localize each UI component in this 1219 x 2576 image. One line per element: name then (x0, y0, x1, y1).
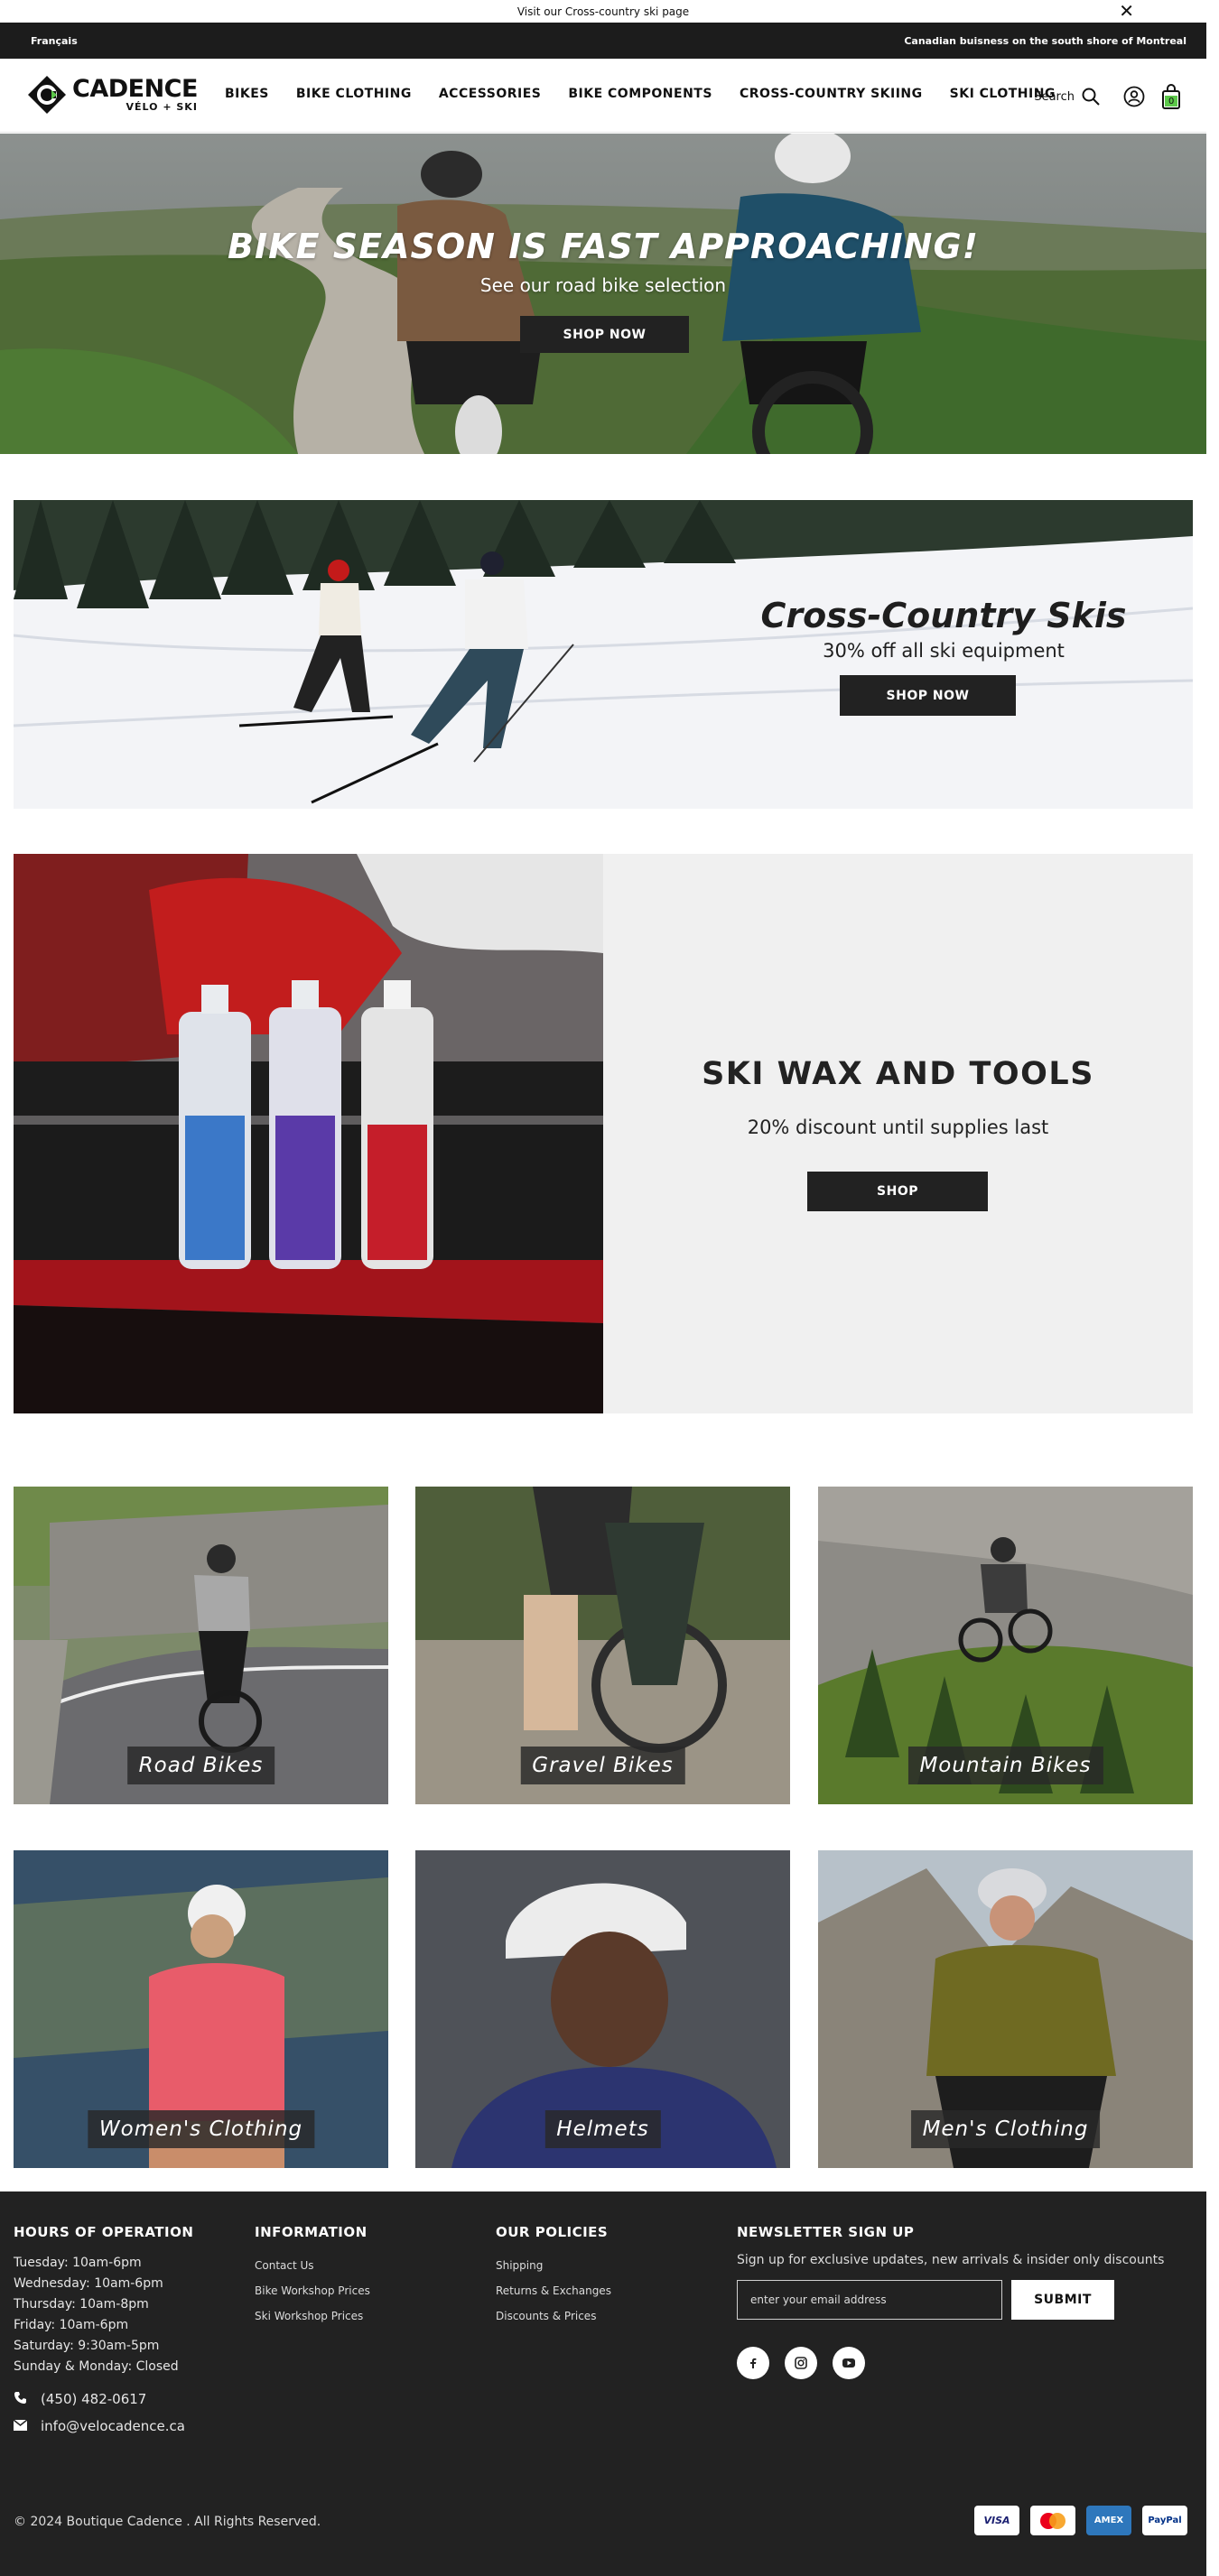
hero-subtitle: See our road bike selection (479, 274, 727, 296)
wax-products-image (14, 854, 603, 1413)
nav-item-bike-clothing[interactable]: BIKE CLOTHING (296, 87, 412, 101)
logo-mark-icon (27, 75, 67, 115)
wax-title: SKI WAX AND TOOLS (702, 1056, 1094, 1092)
footer-link-bike-workshop-prices[interactable]: Bike Workshop Prices (255, 2278, 370, 2303)
main-nav: BIKES BIKE CLOTHING ACCESSORIES BIKE COM… (225, 87, 1083, 101)
cart-icon[interactable]: 0 (1161, 83, 1181, 110)
email-contact[interactable]: info@velocadence.ca (13, 2415, 193, 2437)
search-label[interactable]: Search (1034, 90, 1075, 104)
facebook-icon[interactable] (737, 2347, 769, 2379)
mastercard-icon (1030, 2506, 1075, 2535)
hero-shop-now-button[interactable]: SHOP NOW (520, 316, 689, 353)
nav-item-cross-country-skiing[interactable]: CROSS-COUNTRY SKIING (740, 87, 923, 101)
category-label: Gravel Bikes (520, 1747, 685, 1784)
footer-link-shipping[interactable]: Shipping (496, 2253, 611, 2278)
paypal-icon: PayPal (1142, 2506, 1187, 2535)
newsletter-heading: NEWSLETTER SIGN UP (737, 2224, 915, 2240)
footer-link-returns[interactable]: Returns & Exchanges (496, 2278, 611, 2303)
logo-name: CADENCE (72, 74, 198, 103)
newsletter-text: Sign up for exclusive updates, new arriv… (737, 2253, 1165, 2267)
category-helmets[interactable]: Helmets (415, 1850, 790, 2168)
phone-contact[interactable]: (450) 482-0617 (14, 2388, 193, 2410)
hours-line: Wednesday: 10am-6pm (14, 2276, 163, 2291)
footer-information: INFORMATION Contact Us Bike Workshop Pri… (255, 2224, 370, 2329)
newsletter-submit-button[interactable]: SUBMIT (1011, 2280, 1114, 2320)
nav-item-accessories[interactable]: ACCESSORIES (439, 87, 542, 101)
page: Visit our Cross-country ski page ✕ Franç… (0, 0, 1219, 2576)
copyright: © 2024 Boutique Cadence . All Rights Res… (14, 2515, 321, 2529)
category-road-bikes[interactable]: Road Bikes (14, 1487, 388, 1804)
close-icon[interactable]: ✕ (1119, 2, 1134, 20)
hours-heading: HOURS OF OPERATION (14, 2224, 194, 2240)
youtube-icon[interactable] (833, 2347, 865, 2379)
phone-icon (14, 2391, 41, 2408)
category-mens-clothing[interactable]: Men's Clothing (818, 1850, 1193, 2168)
footer-link-contact-us[interactable]: Contact Us (255, 2253, 370, 2278)
email-address[interactable]: info@velocadence.ca (41, 2418, 185, 2434)
category-label: Women's Clothing (87, 2110, 315, 2148)
wax-shop-button[interactable]: SHOP (807, 1172, 988, 1211)
hero-banner[interactable]: BIKE SEASON IS FAST APPROACHING! See our… (0, 134, 1206, 454)
phone-number[interactable]: (450) 482-0617 (41, 2391, 146, 2407)
hero-title: BIKE SEASON IS FAST APPROACHING! (228, 227, 979, 266)
category-label: Helmets (544, 2110, 661, 2148)
announcement-bar[interactable]: Visit our Cross-country ski page ✕ (0, 0, 1206, 23)
utility-bar: Français Canadian buisness on the south … (0, 23, 1206, 59)
category-gravel-bikes[interactable]: Gravel Bikes (415, 1487, 790, 1804)
wax-subtitle: 20% discount until supplies last (747, 1117, 1049, 1138)
category-womens-clothing[interactable]: Women's Clothing (14, 1850, 388, 2168)
footer-newsletter: NEWSLETTER SIGN UP Sign up for exclusive… (737, 2224, 1164, 2379)
account-icon[interactable] (1123, 86, 1145, 107)
footer-policies: OUR POLICIES Shipping Returns & Exchange… (496, 2224, 611, 2329)
footer-link-discounts[interactable]: Discounts & Prices (496, 2303, 611, 2329)
site-footer: HOURS OF OPERATION Tuesday: 10am-6pm Wed… (0, 2191, 1206, 2576)
cart-count: 0 (1168, 97, 1175, 107)
tagline: Canadian buisness on the south shore of … (904, 34, 1186, 47)
ski-wax-panel: SKI WAX AND TOOLS 20% discount until sup… (603, 854, 1193, 1413)
amex-icon: AMEX (1086, 2506, 1131, 2535)
category-mountain-bikes[interactable]: Mountain Bikes (818, 1487, 1193, 1804)
instagram-icon[interactable] (785, 2347, 817, 2379)
ski-banner[interactable]: Cross-Country Skis 30% off all ski equip… (14, 500, 1193, 809)
nav-item-bikes[interactable]: BIKES (225, 87, 269, 101)
footer-link-ski-workshop-prices[interactable]: Ski Workshop Prices (255, 2303, 370, 2329)
footer-hours: HOURS OF OPERATION Tuesday: 10am-6pm Wed… (13, 2224, 194, 2437)
hours-line: Sunday & Monday: Closed (14, 2359, 179, 2374)
hours-line: Tuesday: 10am-6pm (14, 2256, 142, 2270)
ski-banner-title: Cross-Country Skis (760, 596, 1127, 635)
site-header: CADENCE VÉLO + SKI BIKES BIKE CLOTHING A… (0, 59, 1206, 133)
hours-line: Thursday: 10am-8pm (14, 2297, 149, 2312)
search-icon[interactable] (1082, 88, 1100, 106)
nav-item-bike-components[interactable]: BIKE COMPONENTS (568, 87, 712, 101)
hours-line: Saturday: 9:30am-5pm (14, 2339, 160, 2353)
information-heading: INFORMATION (255, 2224, 368, 2240)
category-label: Road Bikes (126, 1747, 275, 1784)
category-label: Men's Clothing (910, 2110, 1101, 2148)
category-label: Mountain Bikes (907, 1747, 1103, 1784)
ski-banner-subtitle: 30% off all ski equipment (823, 640, 1065, 662)
announcement-text[interactable]: Visit our Cross-country ski page (517, 5, 689, 18)
payment-methods: VISA AMEX PayPal (963, 2506, 1187, 2535)
newsletter-email-input[interactable]: enter your email address (737, 2280, 1002, 2320)
policies-heading: OUR POLICIES (496, 2224, 609, 2240)
mail-icon (13, 2418, 41, 2434)
visa-icon: VISA (974, 2506, 1019, 2535)
ski-shop-now-button[interactable]: SHOP NOW (840, 675, 1016, 716)
hours-line: Friday: 10am-6pm (14, 2318, 129, 2332)
logo[interactable]: CADENCE VÉLO + SKI (27, 75, 198, 115)
social-links (737, 2347, 1164, 2379)
ski-wax-image[interactable] (14, 854, 603, 1413)
language-switch[interactable]: Français (31, 35, 78, 47)
header-tools: Search 0 (1034, 83, 1181, 110)
